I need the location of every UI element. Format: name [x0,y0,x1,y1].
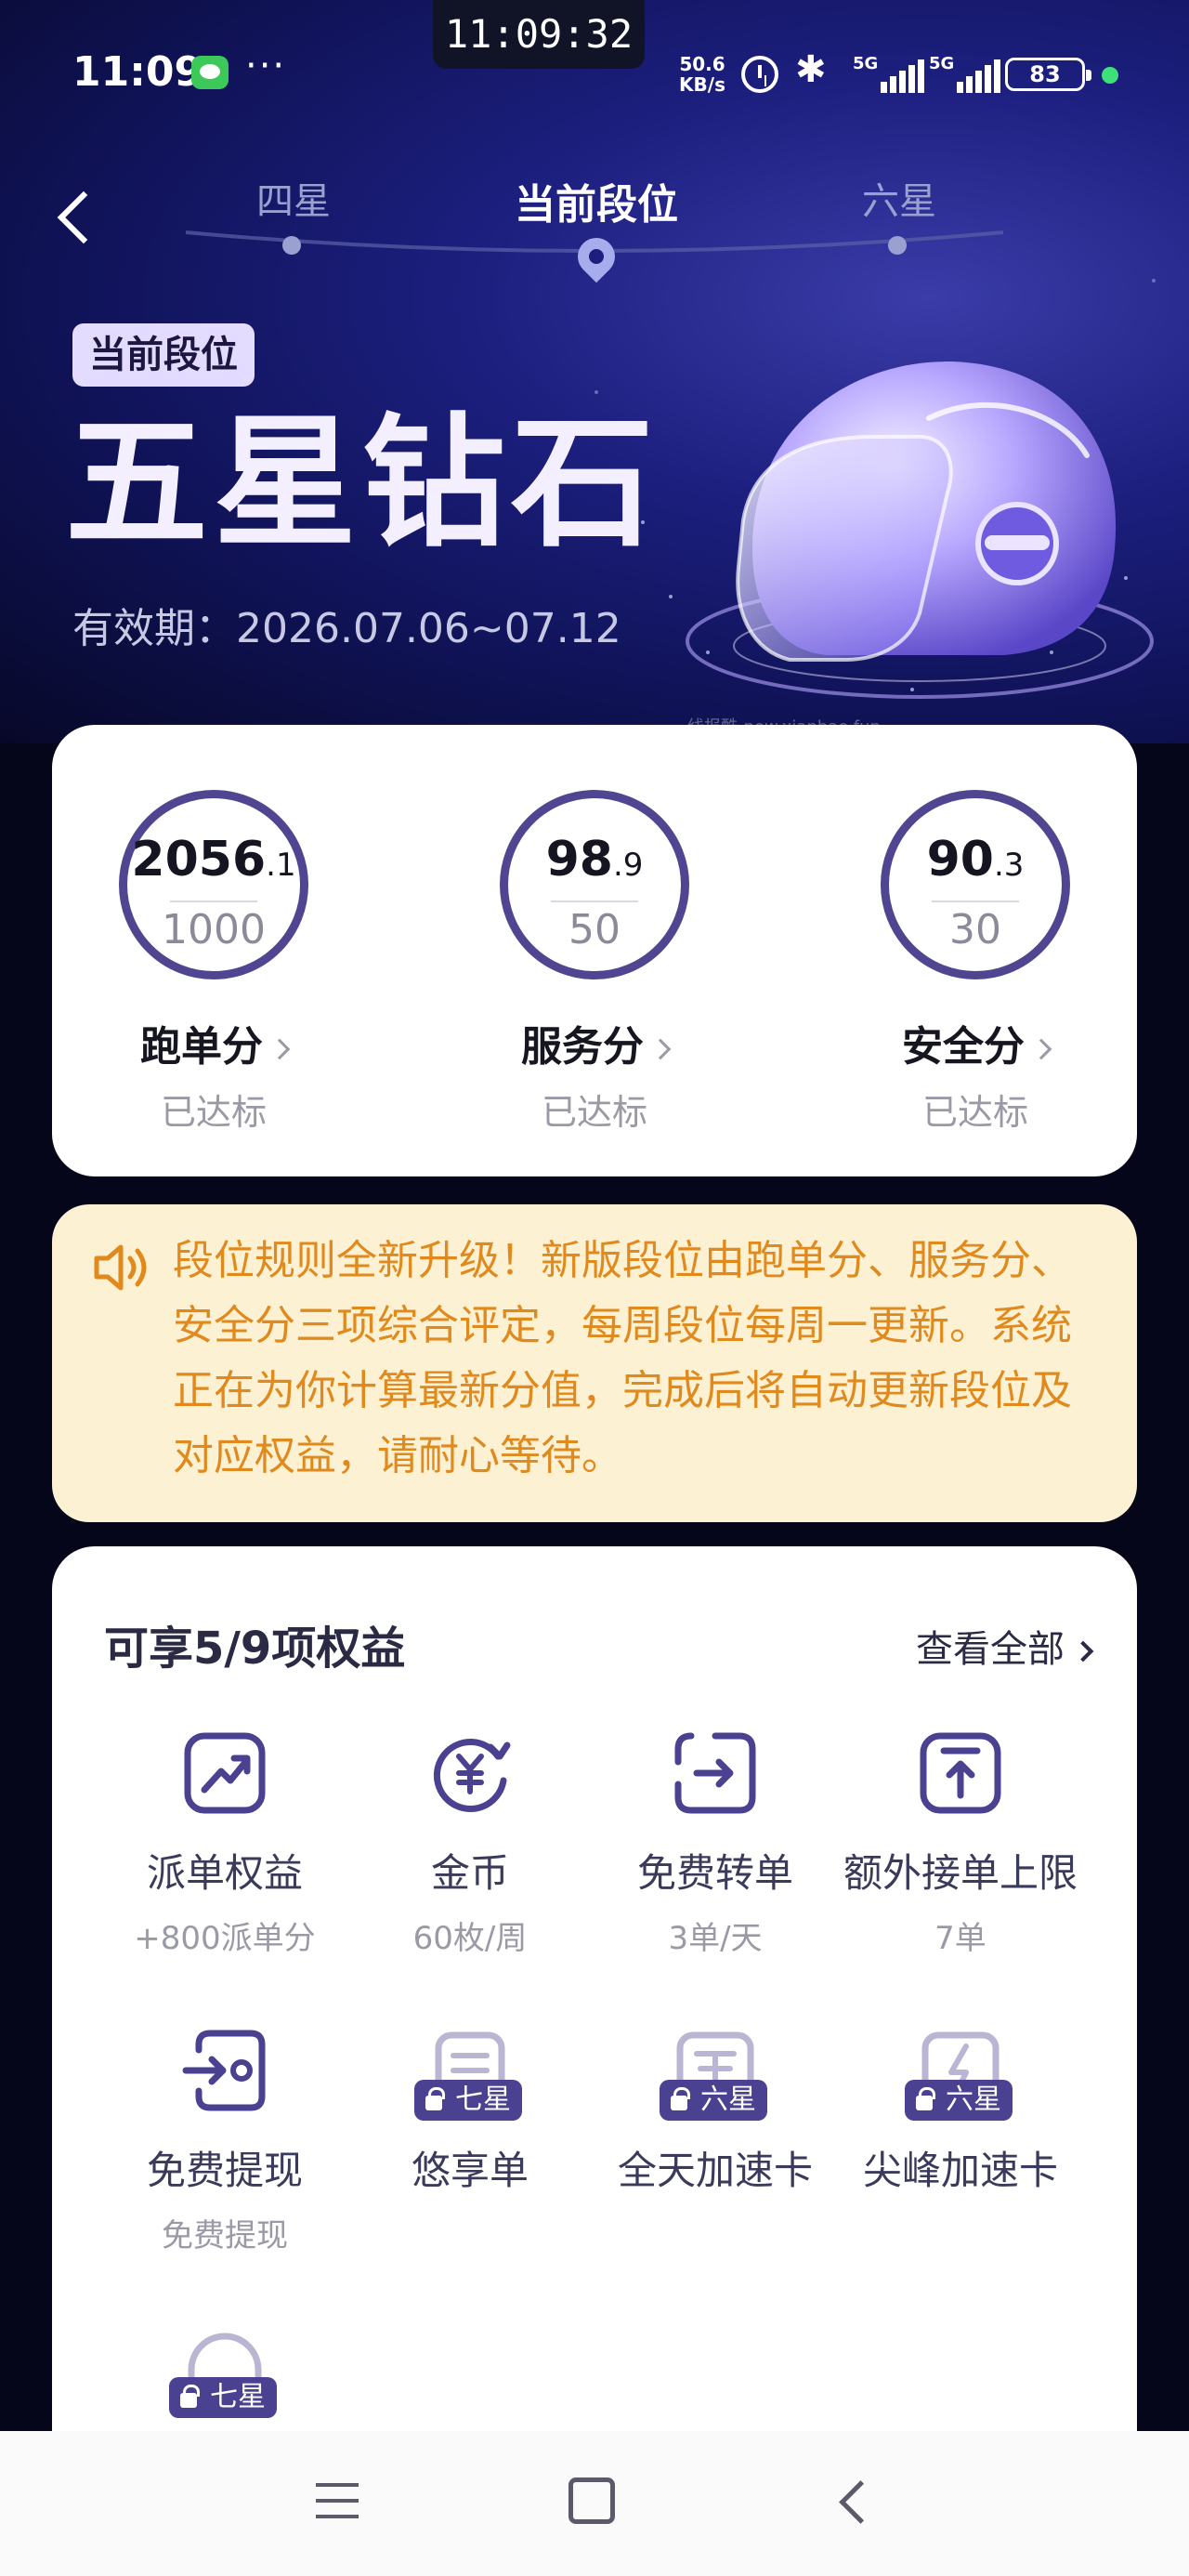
battery-icon: 83 [1005,58,1091,91]
score-card: 2056.1 1000 跑单分 已达标 98.9 50 服务分 已达标 90.3… [52,725,1137,1176]
status-time: 11:09 [72,48,203,96]
home-icon[interactable] [568,2477,615,2524]
upload-limit-icon [920,1732,1001,1814]
screen-recorder-time: 11:09:32 [433,0,645,69]
score-target: 30 [949,906,1001,953]
score-item-service[interactable]: 98.9 50 服务分 已达标 [455,790,734,1162]
benefit-name: 悠享单 [411,2148,529,2193]
score-target: 1000 [162,906,266,953]
rank-validity: 有效期：2026.07.06~07.12 [72,605,621,652]
signal-label: 5G [929,54,955,73]
score-ring: 2056.1 1000 [119,790,308,979]
score-name[interactable]: 跑单分 [74,1013,353,1072]
benefit-desc: 7单 [934,1920,986,1957]
chevron-right-icon [1072,1640,1094,1663]
benefit-desc: 免费提现 [162,2217,288,2254]
lock-badge: 六星 [660,2080,767,2121]
benefit-name: 派单权益 [146,1850,303,1896]
score-value: 98.9 [545,832,644,887]
signal-icon: 5G [853,54,927,93]
score-value: 90.3 [926,832,1025,887]
signal-label: 5G [853,54,879,73]
benefit-dispatch[interactable]: 派单权益 +800派单分 [95,1728,355,2007]
benefits-card: 可享5/9项权益 查看全部 派单权益 +800派单分 金币 60枚/周 免费转单… [52,1546,1137,2576]
benefit-name: 免费提现 [146,2148,303,2193]
withdraw-icon [182,2030,266,2111]
network-speed-value: 50.6 [679,53,725,75]
score-value: 2056.1 [131,832,296,887]
score-name[interactable]: 服务分 [455,1013,734,1072]
signal-icon: 5G [929,54,1003,93]
network-speed-unit: KB/s [679,73,725,96]
charging-indicator [1102,67,1118,84]
rank-name: 五星钻石 [65,399,660,567]
benefit-name: 金币 [430,1850,509,1896]
system-nav-bar [0,2431,1189,2576]
benefit-name: 尖峰加速卡 [862,2148,1058,2193]
yuan-coin-icon [433,1739,511,1812]
score-target: 50 [568,906,621,953]
lock-badge: 七星 [414,2080,522,2121]
score-status: 已达标 [921,1092,1028,1133]
rank-hero: 11:09 ··· 11:09:32 50.6 KB/s ✱ 5G 5G 83 … [0,0,1189,743]
benefit-desc: 3单/天 [668,1920,763,1957]
tier-prev[interactable]: 四星 [256,171,331,225]
nav-back-icon[interactable] [832,2479,875,2522]
speaker-icon [94,1244,147,1291]
score-item-safety[interactable]: 90.3 30 安全分 已达标 [836,790,1115,1162]
chevron-right-icon [268,1038,291,1060]
benefit-desc: 60枚/周 [412,1920,528,1957]
transfer-icon [674,1732,756,1814]
benefit-free-withdraw[interactable]: 免费提现 免费提现 [95,2026,355,2305]
network-speed: 50.6 KB/s [674,54,730,95]
benefit-coins[interactable]: 金币 60枚/周 [340,1728,600,2007]
score-name[interactable]: 安全分 [836,1013,1115,1072]
rule-update-notice: 段位规则全新升级！新版段位由跑单分、服务分、安全分三项综合评定，每周段位每周一更… [52,1204,1137,1522]
notice-text: 段位规则全新升级！新版段位由跑单分、服务分、安全分三项综合评定，每周段位每周一更… [173,1237,1072,1479]
tier-track: 四星 当前段位 六星 [186,158,1003,307]
benefit-desc: +800派单分 [134,1920,316,1957]
status-bar: 11:09 ··· 11:09:32 50.6 KB/s ✱ 5G 5G 83 [0,0,1189,149]
benefits-title: 可享5/9项权益 [104,1623,406,1675]
lock-badge: 六星 [905,2080,1013,2121]
benefit-name: 全天加速卡 [617,2148,813,2193]
bluetooth-icon: ✱ [795,48,827,91]
score-ring: 90.3 30 [881,790,1070,979]
menu-icon[interactable] [316,2483,359,2520]
more-notifications-icon: ··· [245,45,287,87]
wechat-notification-icon [191,56,229,89]
benefit-free-transfer[interactable]: 免费转单 3单/天 [585,1728,845,2007]
benefit-name: 额外接单上限 [843,1850,1078,1896]
tier-prev-dot [282,236,301,255]
chevron-right-icon [649,1038,672,1060]
benefit-extra-limit[interactable]: 额外接单上限 7单 [830,1728,1091,2007]
alarm-icon [741,56,778,93]
benefit-peak-speed[interactable]: 六星 尖峰加速卡 [830,2026,1091,2305]
benefit-premium-order[interactable]: 七星 悠享单 [340,2026,600,2305]
score-ring: 98.9 50 [500,790,689,979]
benefit-allday-speed[interactable]: 六星 全天加速卡 [585,2026,845,2305]
chevron-right-icon [1030,1038,1052,1060]
back-button[interactable] [52,186,98,251]
tier-next[interactable]: 六星 [862,171,936,225]
current-rank-tag: 当前段位 [72,323,255,387]
score-item-run[interactable]: 2056.1 1000 跑单分 已达标 [74,790,353,1162]
trend-up-icon [184,1732,266,1814]
lock-badge: 七星 [169,2377,277,2418]
tier-next-dot [888,236,907,255]
score-status: 已达标 [160,1092,267,1133]
tier-current[interactable]: 当前段位 [515,171,678,230]
benefit-name: 免费转单 [636,1850,793,1896]
helmet-illustration [686,361,1154,699]
score-status: 已达标 [541,1092,647,1133]
view-all-link[interactable]: 查看全部 [916,1619,1094,1673]
